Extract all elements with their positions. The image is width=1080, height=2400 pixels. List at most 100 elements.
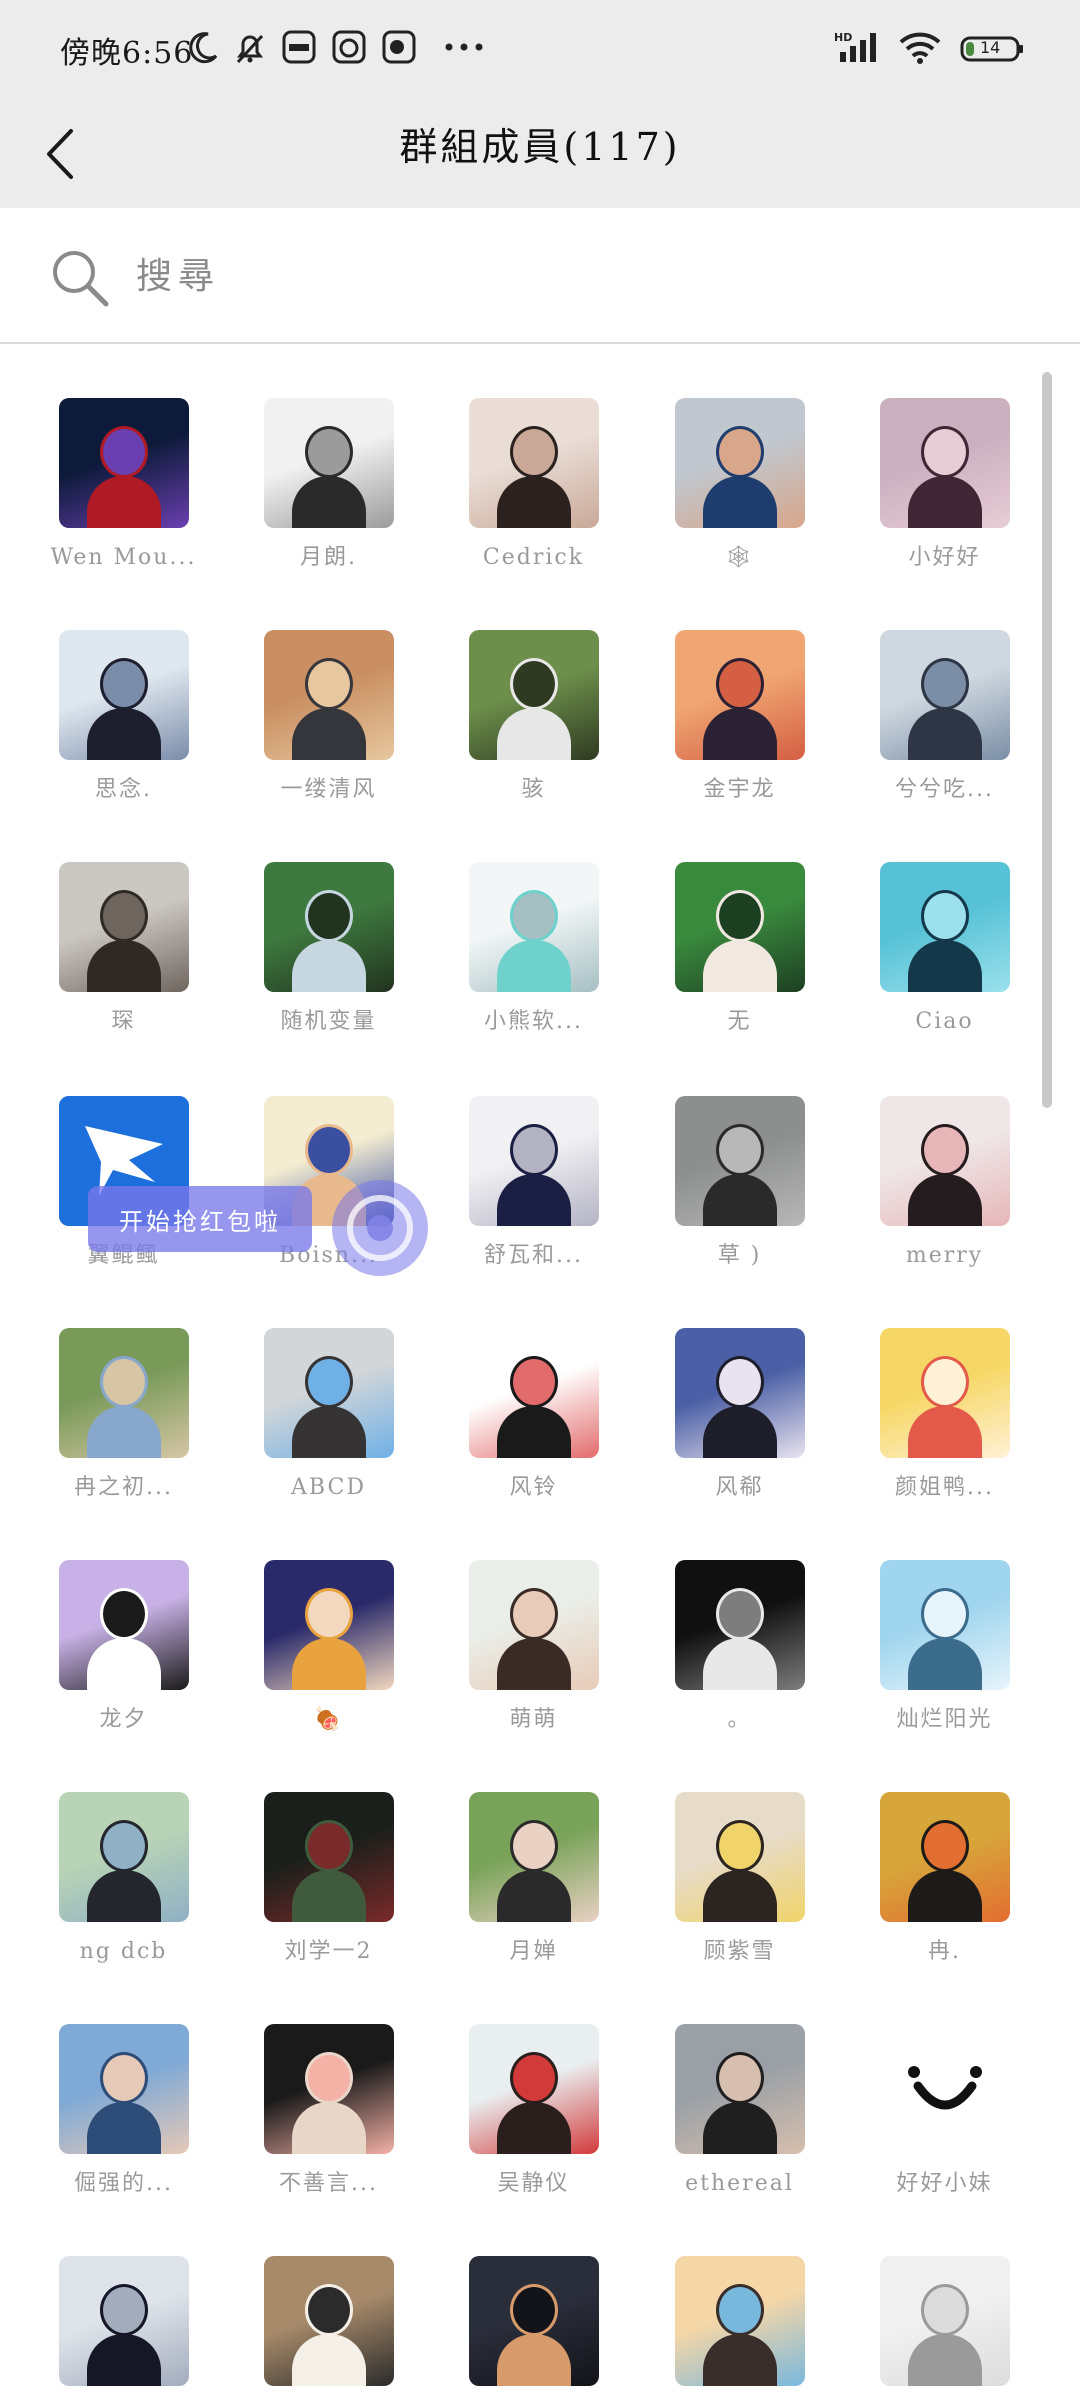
avatar [58,862,189,992]
member-item[interactable]: ABCD [226,1328,431,1504]
member-item[interactable]: 冉之初... [21,1328,226,1504]
status-right-icons: HD 14 [834,30,1024,68]
battery-icon: 14 [960,36,1024,62]
member-name: 思念. [95,777,152,802]
hd-label: HD [834,31,852,44]
avatar [879,1096,1010,1226]
app-notification-icon-3 [382,30,416,68]
red-packet-tip[interactable]: 开始抢红包啦 [88,1186,312,1252]
member-item[interactable]: 舒瓦和... [431,1096,636,1272]
member-name: merry [905,1243,984,1268]
search-input[interactable] [136,238,1016,314]
member-name: 舒瓦和... [484,1243,583,1268]
scrollbar[interactable] [1042,372,1052,1108]
member-item[interactable]: 刘学一2 [226,1792,431,1968]
avatar [468,2256,599,2386]
member-name: 骇 [521,777,546,802]
member-name: 草 ) [717,1243,762,1268]
member-item[interactable]: Wen Mou... [21,398,226,574]
more-dots-icon [444,38,484,57]
member-item[interactable] [431,2256,636,2400]
member-item[interactable]: 小熊软... [431,862,636,1038]
member-item[interactable]: merry [842,1096,1047,1272]
member-name: 颜姐鸭... [895,1475,994,1500]
member-name: 不善言... [279,2171,378,2196]
avatar [263,1328,394,1458]
member-item[interactable] [637,2256,842,2400]
member-item[interactable]: 金宇龙 [637,630,842,806]
member-item[interactable]: 🍖 [226,1560,431,1736]
avatar [674,1096,805,1226]
member-item[interactable]: 萌萌 [431,1560,636,1736]
member-item[interactable]: 不善言... [226,2024,431,2200]
signal-icon: HD [834,30,880,68]
member-name: 🍖 [313,1707,344,1732]
avatar [879,2256,1010,2386]
member-item[interactable]: 吴静仪 [431,2024,636,2200]
member-item[interactable]: 风郗 [637,1328,842,1504]
member-item[interactable]: 无 [637,862,842,1038]
avatar [674,630,805,760]
member-item[interactable]: ng dcb [21,1792,226,1968]
avatar [58,398,189,528]
member-item[interactable]: Cedrick [431,398,636,574]
member-name: ng dcb [79,1939,168,1964]
search-bar [0,208,1080,344]
member-name: 兮兮吃... [895,777,994,802]
member-item[interactable]: 骇 [431,630,636,806]
wifi-icon [898,30,942,68]
member-item[interactable]: Ciao [842,862,1047,1038]
member-name: 小好好 [908,545,981,570]
member-item[interactable]: 风铃 [431,1328,636,1504]
avatar [468,862,599,992]
member-item[interactable]: 兮兮吃... [842,630,1047,806]
member-name: 好好小妹 [896,2171,993,2196]
avatar [263,862,394,992]
member-name: 刘学一2 [284,1939,373,1964]
member-name: 倔强的... [74,2171,173,2196]
member-item[interactable] [226,2256,431,2400]
member-name: 琛 [111,1009,136,1034]
member-name: 。 [727,1707,752,1732]
member-name: 一缕清风 [280,777,377,802]
member-item[interactable]: 灿烂阳光 [842,1560,1047,1736]
avatar [468,1096,599,1226]
member-item[interactable]: 好好小妹 [842,2024,1047,2200]
member-item[interactable] [842,2256,1047,2400]
member-item[interactable]: 颜姐鸭... [842,1328,1047,1504]
member-item[interactable]: 龙夕 [21,1560,226,1736]
avatar [674,1792,805,1922]
member-item[interactable]: 思念. [21,630,226,806]
search-icon [50,248,110,308]
member-item[interactable]: 冉. [842,1792,1047,1968]
member-name: Ciao [915,1009,974,1034]
avatar [674,862,805,992]
member-name: 随机变量 [280,1009,377,1034]
member-item[interactable]: 月朗. [226,398,431,574]
avatar [58,1792,189,1922]
member-item[interactable] [21,2256,226,2400]
member-item[interactable]: 一缕清风 [226,630,431,806]
member-name: 风铃 [509,1475,558,1500]
red-packet-ring-icon [347,1195,413,1261]
member-name: 灿烂阳光 [896,1707,993,1732]
member-item[interactable]: 倔强的... [21,2024,226,2200]
avatar [879,630,1010,760]
top-bar: 傍晚6:56 HD 14 群組成員(117) [0,0,1080,208]
member-name: 萌萌 [509,1707,558,1732]
avatar [263,1792,394,1922]
member-item[interactable]: 小好好 [842,398,1047,574]
smiley-avatar [879,2024,1010,2154]
member-item[interactable]: 月婵 [431,1792,636,1968]
member-item[interactable]: 随机变量 [226,862,431,1038]
red-packet-button[interactable] [332,1180,428,1276]
member-item[interactable]: ethereal [637,2024,842,2200]
member-item[interactable]: 草 ) [637,1096,842,1272]
member-item[interactable]: 琛 [21,862,226,1038]
member-item[interactable]: 🕸 [637,398,842,574]
member-item[interactable]: 顾紫雪 [637,1792,842,1968]
avatar [263,630,394,760]
member-name: 龙夕 [99,1707,148,1732]
member-item[interactable]: 。 [637,1560,842,1736]
member-name: 风郗 [715,1475,764,1500]
